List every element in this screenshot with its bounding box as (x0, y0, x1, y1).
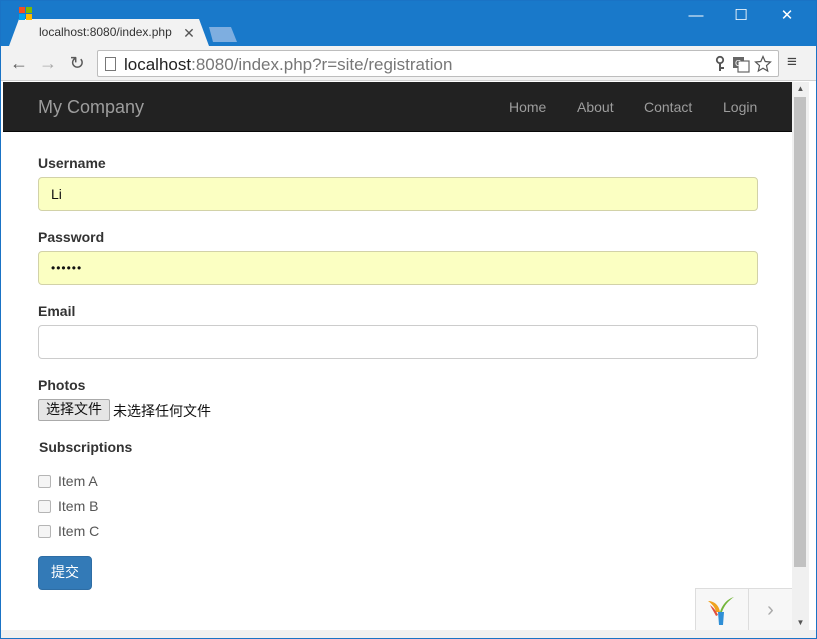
password-label: Password (38, 229, 105, 245)
subscriptions-label: Subscriptions (39, 439, 133, 455)
nav-about[interactable]: About (577, 99, 614, 115)
url-text: localhost:8080/index.php?r=site/registra… (124, 55, 453, 74)
close-window-icon[interactable]: ✕ (767, 5, 807, 27)
checkbox-label: Item C (58, 523, 100, 539)
choose-file-button[interactable]: 选择文件 (38, 399, 110, 421)
address-bar[interactable]: localhost:8080/index.php?r=site/registra… (97, 50, 779, 77)
minimize-icon[interactable]: — (676, 5, 716, 27)
tab-title: localhost:8080/index.php (39, 25, 172, 39)
horizontal-scroll-track (1, 630, 816, 638)
browser-window: localhost:8080/index.php ✕ — ☐ ✕ ← → ↻ l… (0, 0, 817, 639)
new-tab-button[interactable] (209, 27, 237, 42)
checkbox[interactable] (38, 525, 51, 538)
tab-close-icon[interactable]: ✕ (182, 26, 196, 40)
checkbox-label: Item B (58, 498, 99, 514)
email-label: Email (38, 303, 76, 319)
scroll-up-icon[interactable]: ▲ (792, 82, 809, 96)
star-icon[interactable] (754, 55, 772, 73)
yii-debug-toolbar[interactable]: › (695, 588, 792, 632)
checkbox[interactable] (38, 500, 51, 513)
page-icon (105, 57, 116, 71)
password-input[interactable]: •••••• (38, 251, 758, 285)
menu-icon[interactable]: ≡ (784, 53, 800, 70)
page-viewport: My Company Home About Contact Login User… (3, 82, 792, 638)
nav-login[interactable]: Login (723, 99, 757, 115)
browser-toolbar: ← → ↻ localhost:8080/index.php?r=site/re… (1, 46, 816, 81)
site-navbar: My Company Home About Contact Login (3, 82, 792, 132)
scroll-down-icon[interactable]: ▼ (792, 616, 809, 630)
key-icon[interactable] (711, 55, 729, 73)
email-input[interactable] (38, 325, 758, 359)
brand-link[interactable]: My Company (38, 97, 144, 118)
title-bar: localhost:8080/index.php ✕ — ☐ ✕ (1, 1, 816, 46)
translate-icon[interactable]: G (732, 55, 750, 73)
file-status-text: 未选择任何文件 (113, 404, 211, 420)
username-label: Username (38, 155, 106, 171)
username-input[interactable]: Li (38, 177, 758, 211)
maximize-icon[interactable]: ☐ (721, 5, 761, 27)
nav-contact[interactable]: Contact (644, 99, 692, 115)
yii-logo-icon (708, 597, 734, 625)
svg-text:G: G (735, 59, 741, 68)
checkbox[interactable] (38, 475, 51, 488)
scroll-thumb[interactable] (794, 97, 806, 567)
nav-home[interactable]: Home (509, 99, 546, 115)
photos-label: Photos (38, 377, 86, 393)
back-icon[interactable]: ← (9, 53, 29, 73)
checkbox-label: Item A (58, 473, 98, 489)
favicon-icon (19, 7, 33, 21)
vertical-scrollbar[interactable]: ▲ ▼ (792, 82, 809, 630)
submit-button[interactable]: 提交 (38, 556, 92, 590)
debug-toggle-icon[interactable]: › (748, 589, 792, 631)
reload-icon[interactable]: ↻ (67, 53, 87, 73)
forward-icon[interactable]: → (38, 53, 58, 73)
